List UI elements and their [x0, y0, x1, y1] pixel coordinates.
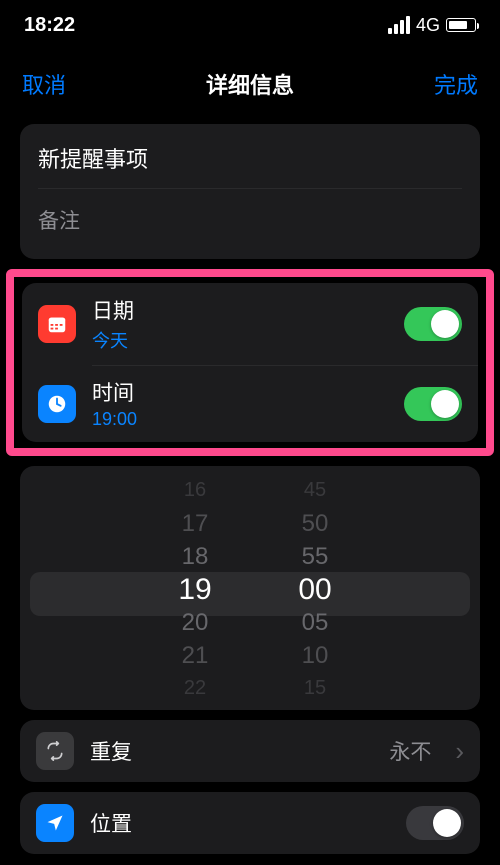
cancel-button[interactable]: 取消	[22, 68, 66, 100]
repeat-row[interactable]: 重复 永不 ›	[20, 720, 480, 782]
picker-selection-band	[30, 572, 470, 616]
time-toggle[interactable]	[404, 387, 462, 421]
location-toggle[interactable]	[406, 806, 464, 840]
datetime-card: 日期 今天 时间 19:00	[22, 283, 478, 442]
battery-icon	[446, 18, 476, 32]
repeat-value: 永不	[389, 736, 431, 766]
signal-icon	[388, 16, 410, 34]
chevron-right-icon: ›	[455, 736, 464, 767]
date-row[interactable]: 日期 今天	[22, 283, 478, 365]
date-value: 今天	[92, 327, 388, 353]
repeat-label: 重复	[90, 736, 373, 766]
time-row[interactable]: 时间 19:00	[22, 365, 478, 442]
time-value: 19:00	[92, 409, 388, 430]
status-bar: 18:22 4G	[0, 0, 500, 50]
page-title: 详细信息	[206, 68, 294, 100]
date-toggle[interactable]	[404, 307, 462, 341]
location-card: 位置	[20, 792, 480, 854]
location-icon	[36, 804, 74, 842]
location-row[interactable]: 位置	[20, 792, 480, 854]
nav-bar: 取消 详细信息 完成	[0, 50, 500, 114]
highlight-frame: 日期 今天 时间 19:00	[6, 269, 494, 456]
input-card: 新提醒事项 备注	[20, 124, 480, 259]
network-label: 4G	[416, 15, 440, 36]
done-button[interactable]: 完成	[434, 68, 478, 100]
reminder-title-input[interactable]: 新提醒事项	[38, 124, 462, 188]
reminder-notes-input[interactable]: 备注	[38, 189, 462, 259]
calendar-icon	[38, 305, 76, 343]
time-picker[interactable]: 16 17 18 19 20 21 22 45 50 55 00 05 10 1…	[20, 474, 480, 704]
hour-column[interactable]: 16 17 18 19 20 21 22	[155, 474, 235, 704]
status-right: 4G	[388, 15, 476, 36]
repeat-card: 重复 永不 ›	[20, 720, 480, 782]
date-label: 日期	[92, 295, 388, 325]
clock-icon	[38, 385, 76, 423]
time-label: 时间	[92, 377, 388, 407]
repeat-icon	[36, 732, 74, 770]
time-picker-card: 16 17 18 19 20 21 22 45 50 55 00 05 10 1…	[20, 466, 480, 710]
status-time: 18:22	[24, 14, 75, 37]
location-label: 位置	[90, 808, 390, 838]
minute-column[interactable]: 45 50 55 00 05 10 15	[275, 474, 355, 704]
